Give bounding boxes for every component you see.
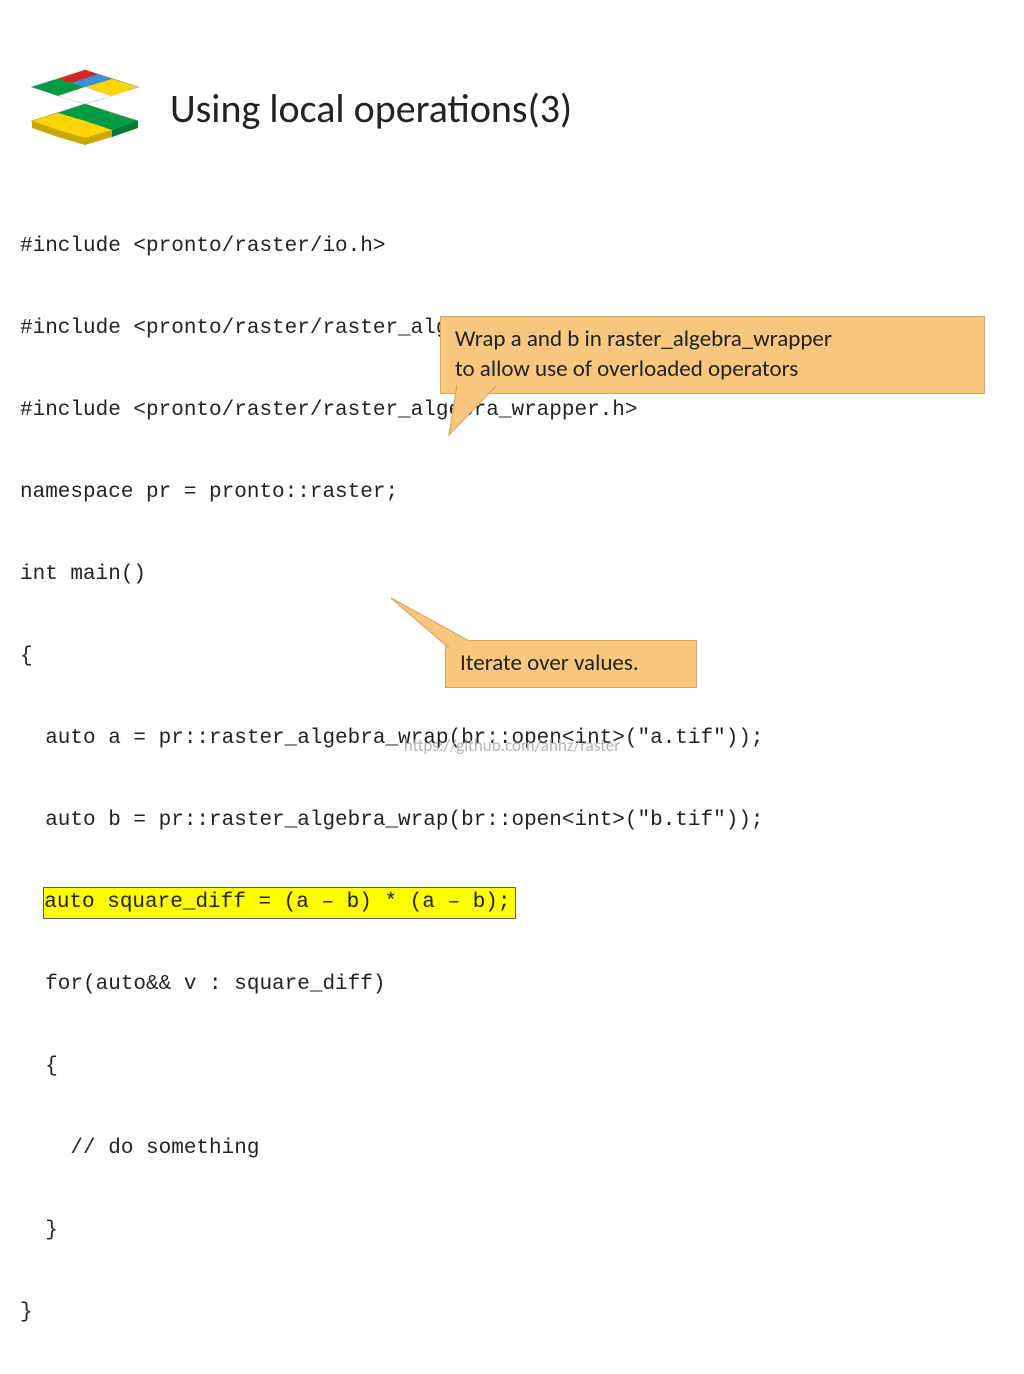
callout-text: Iterate over values.: [460, 649, 639, 677]
slide-title: Using local operations(3): [170, 84, 572, 133]
code-line: for(auto&& v : square_diff): [20, 964, 764, 1005]
highlight-box: auto square_diff = (a – b) * (a – b);: [43, 887, 515, 919]
footer-link: https://github.com/ahhz/raster: [0, 735, 1024, 756]
code-line: }: [20, 1210, 764, 1251]
code-line: }: [20, 1292, 764, 1333]
callout-iterate: Iterate over values.: [445, 640, 697, 688]
callout-text: Wrap a and b in raster_algebra_wrapper: [455, 325, 970, 355]
callout-text: to allow use of overloaded operators: [455, 355, 970, 385]
code-line: // do something: [20, 1128, 764, 1169]
code-line: #include <pronto/raster/raster_algebra_w…: [20, 390, 764, 431]
code-line-highlighted: auto square_diff = (a – b) * (a – b);: [20, 882, 764, 923]
callout-wrap-explanation: Wrap a and b in raster_algebra_wrapper t…: [440, 316, 985, 394]
code-line: #include <pronto/raster/io.h>: [20, 226, 764, 267]
code-line: {: [20, 1046, 764, 1087]
code-line: int main(): [20, 554, 764, 595]
code-line: namespace pr = pronto::raster;: [20, 472, 764, 513]
raster-logo-icon: [20, 68, 150, 148]
code-line: auto b = pr::raster_algebra_wrap(br::ope…: [20, 800, 764, 841]
